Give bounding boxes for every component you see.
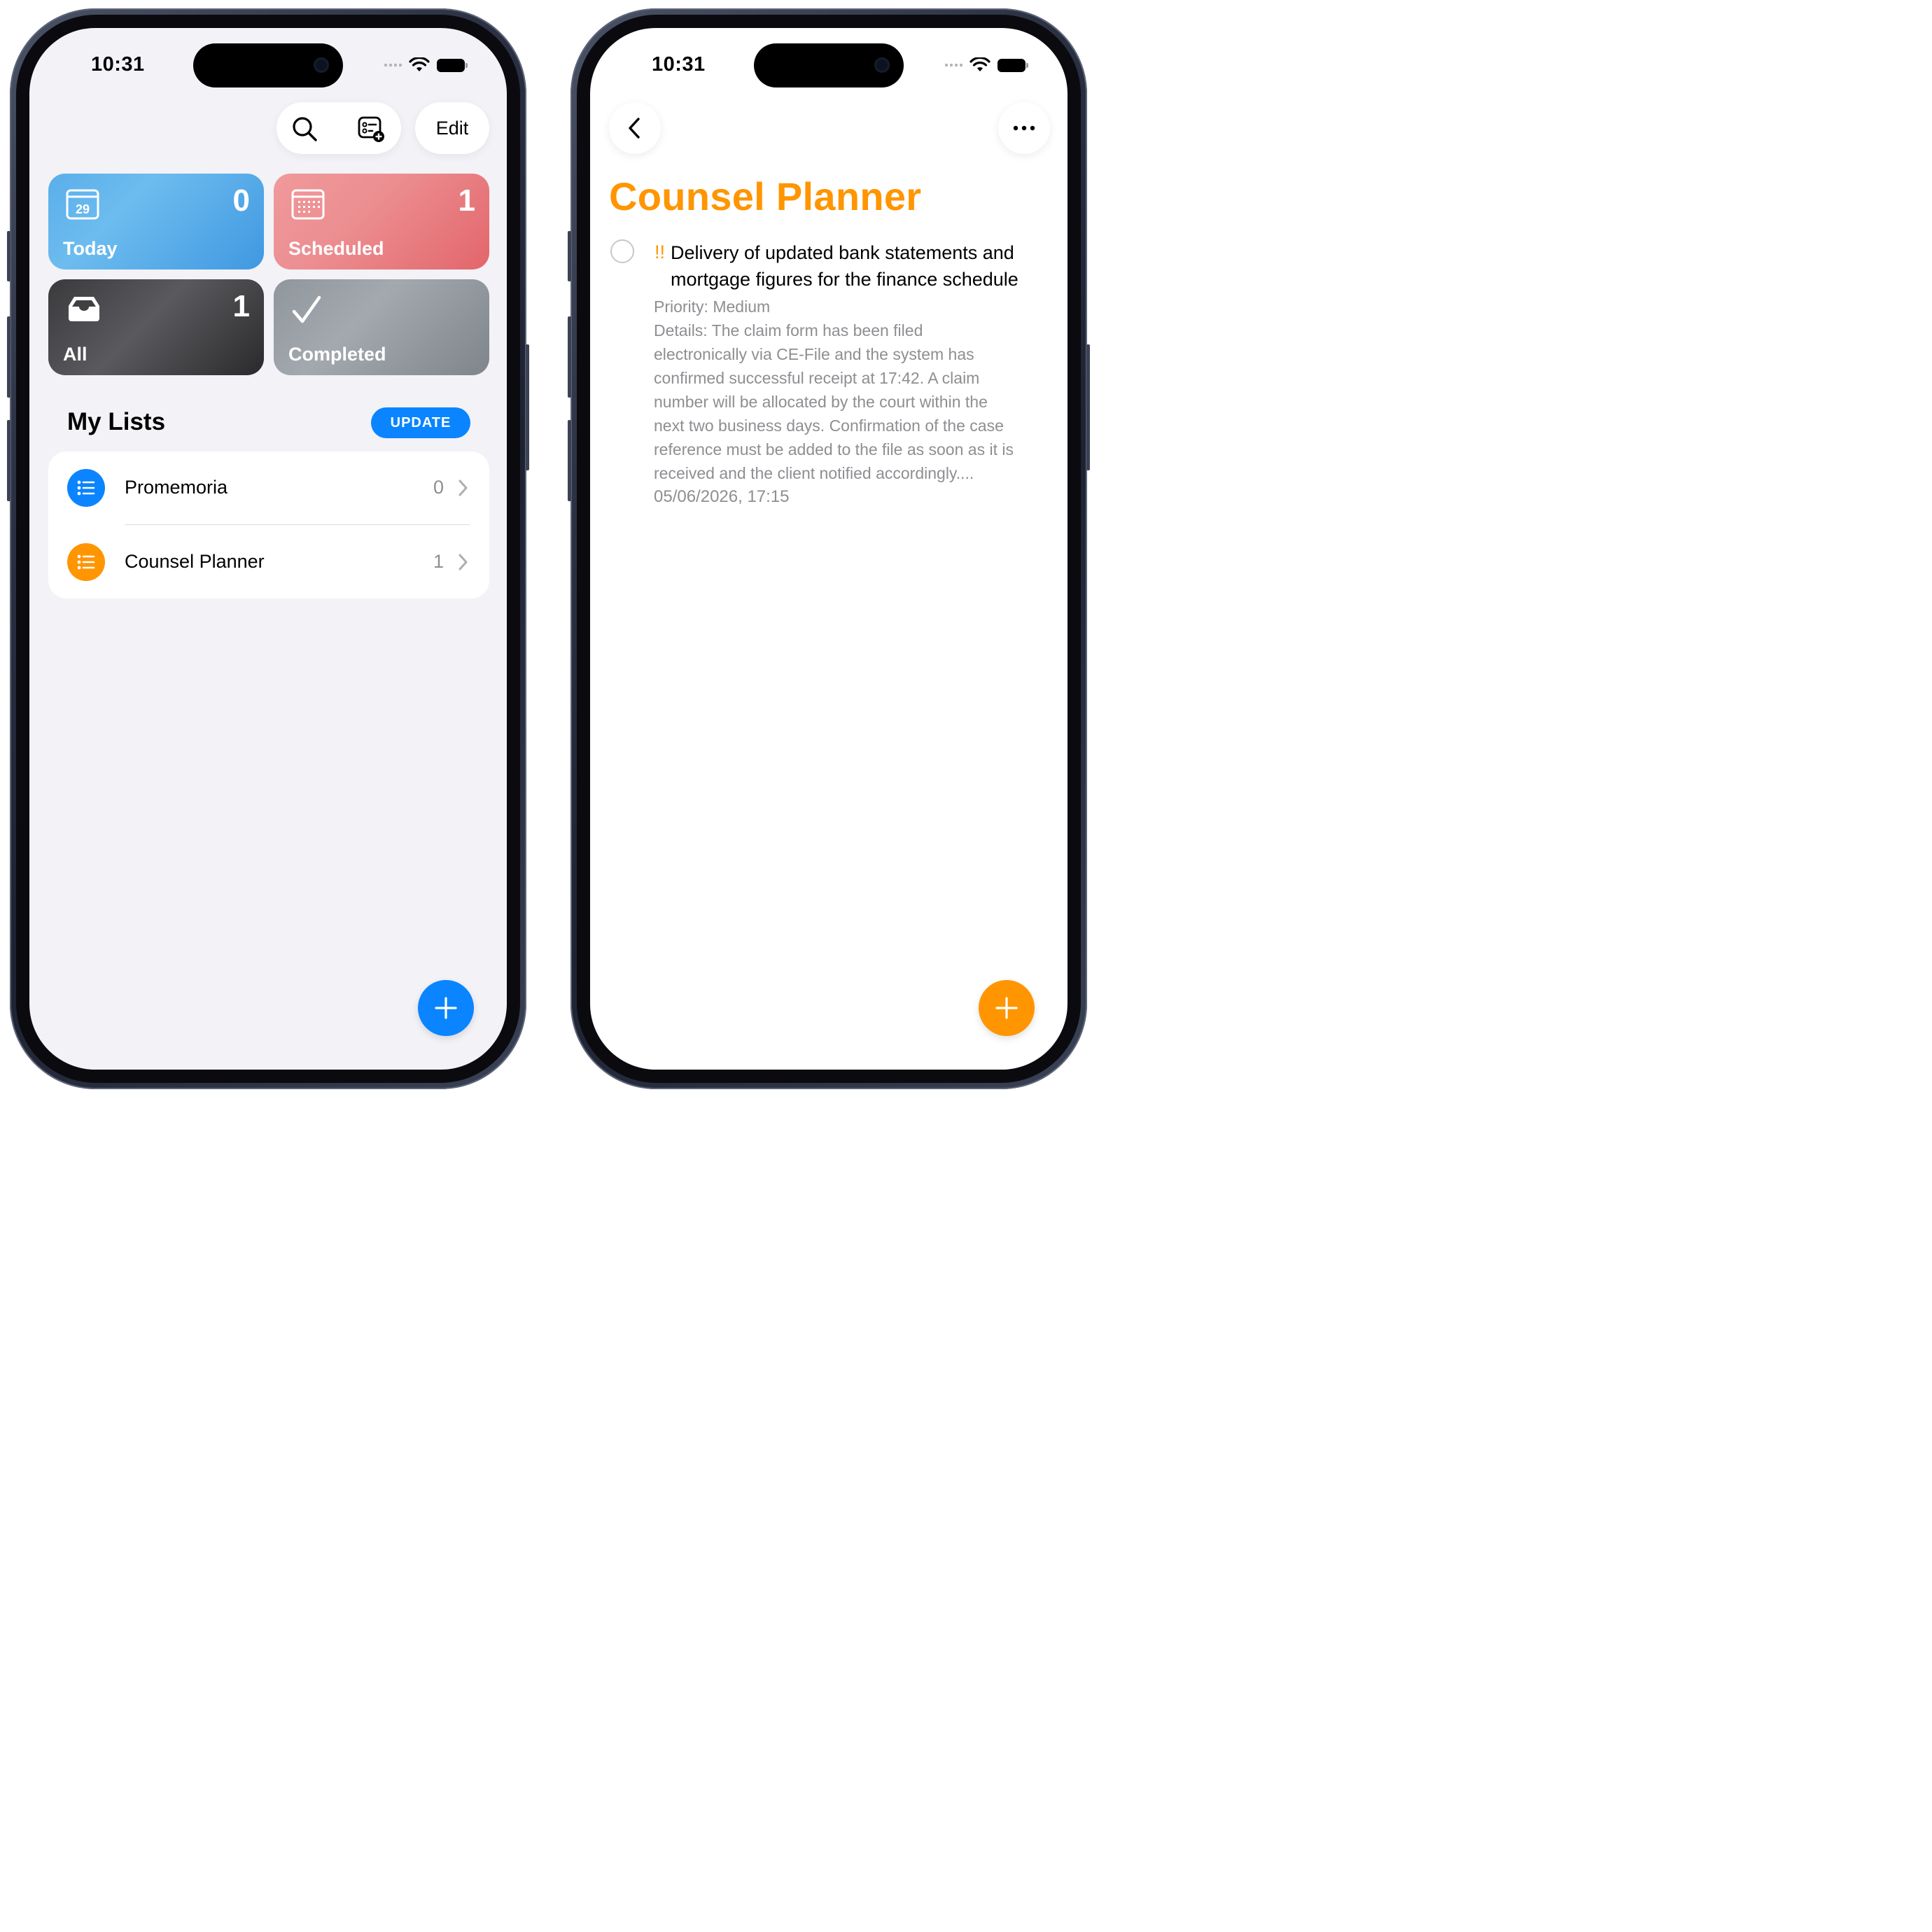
dynamic-island: [754, 43, 904, 88]
phone-right: 10:31 Counsel Planner !! Delivery of upd…: [568, 8, 1090, 1089]
task-details-line: next two business days. Confirmation of …: [654, 416, 1004, 435]
wifi-icon: [969, 57, 990, 71]
plus-icon: [435, 997, 457, 1019]
divider: [125, 524, 470, 525]
status-time: 10:31: [91, 53, 145, 76]
search-icon[interactable]: [290, 115, 318, 143]
chevron-right-icon: [458, 554, 468, 570]
camera-icon: [874, 57, 890, 73]
task-details-line: reference must be added to the file as s…: [654, 440, 1014, 458]
list-name: Promemoria: [125, 477, 228, 498]
chevron-right-icon: [458, 479, 468, 496]
list-bullet-icon: [67, 469, 105, 507]
list-count: 1: [433, 551, 444, 572]
task-details-line: received and the client notified accordi…: [654, 464, 974, 482]
list-detail-screen: 10:31 Counsel Planner !! Delivery of upd…: [590, 28, 1068, 1070]
tray-icon: [69, 297, 99, 321]
today-label: Today: [63, 238, 118, 259]
today-count: 0: [232, 183, 250, 218]
scheduled-label: Scheduled: [288, 238, 384, 259]
task-notes: Priority: Medium Details: The claim form…: [654, 295, 1067, 485]
list-item-promemoria[interactable]: Promemoria 0: [48, 451, 489, 525]
scheduled-card[interactable]: 1 Scheduled: [274, 174, 489, 270]
my-lists-container: Promemoria 0 Counsel Planner 1: [48, 451, 489, 598]
volume-down-button: [568, 420, 571, 501]
dynamic-island: [193, 43, 343, 88]
all-count: 1: [232, 289, 250, 323]
camera-icon: [314, 57, 329, 73]
volume-up-button: [568, 316, 571, 398]
today-card[interactable]: 29 0 Today: [48, 174, 264, 270]
battery-icon: [437, 58, 468, 72]
chevron-left-icon: [629, 118, 640, 139]
priority-mark: !!: [654, 241, 666, 262]
reminders-lists-screen: 10:31 Edit 29 0 Today 1 Scheduled 1 All …: [29, 28, 507, 1070]
completed-label: Completed: [288, 344, 386, 365]
status-icons: [384, 57, 468, 73]
task-details-line: number will be allocated by the court wi…: [654, 393, 988, 411]
update-button[interactable]: UPDATE: [371, 407, 470, 438]
toolbar-pill: [276, 102, 401, 154]
all-label: All: [63, 344, 88, 365]
task-due-date: 05/06/2026, 17:15: [654, 487, 790, 506]
add-reminder-button[interactable]: [418, 980, 474, 1036]
task-details-line: electronically via CE-File and the syste…: [654, 345, 974, 363]
my-lists-heading: My Lists: [67, 408, 166, 435]
ellipsis-icon: [1013, 125, 1035, 131]
status-time: 10:31: [652, 53, 706, 76]
add-reminder-button[interactable]: [979, 980, 1035, 1036]
action-button: [7, 231, 10, 281]
task-details-line: Details: The claim form has been filed: [654, 321, 923, 340]
calendar-day-number: 29: [76, 202, 90, 216]
edit-button[interactable]: Edit: [415, 102, 489, 154]
add-list-icon[interactable]: [357, 115, 385, 143]
calendar-icon: [291, 189, 325, 220]
plus-icon: [995, 997, 1018, 1019]
task-title[interactable]: Delivery of updated bank statements and …: [671, 239, 1063, 293]
list-count: 0: [433, 477, 444, 498]
volume-down-button: [7, 420, 10, 501]
back-button[interactable]: [609, 102, 661, 154]
list-name: Counsel Planner: [125, 551, 265, 572]
power-button: [526, 344, 529, 470]
more-button[interactable]: [998, 102, 1050, 154]
scheduled-count: 1: [458, 183, 475, 218]
status-icons: [945, 57, 1028, 73]
list-bullet-icon: [67, 543, 105, 581]
battery-icon: [997, 58, 1028, 72]
completion-checkbox[interactable]: [610, 239, 634, 263]
page-title: Counsel Planner: [609, 174, 922, 218]
wifi-icon: [409, 57, 430, 71]
checkmark-icon: [292, 295, 321, 323]
task-details-line: confirmed successful receipt at 17:42. A…: [654, 369, 980, 387]
phone-left: 10:31 Edit 29 0 Today 1 Scheduled 1 All …: [7, 8, 529, 1089]
all-card[interactable]: 1 All: [48, 279, 264, 375]
list-item-counsel-planner[interactable]: Counsel Planner 1: [48, 526, 489, 598]
completed-card[interactable]: Completed: [274, 279, 489, 375]
cellular-signal-icon: [384, 64, 402, 66]
power-button: [1086, 344, 1090, 470]
task-priority: Priority: Medium: [654, 298, 771, 316]
action-button: [568, 231, 571, 281]
calendar-day-icon: 29: [66, 189, 99, 220]
cellular-signal-icon: [945, 64, 962, 66]
volume-up-button: [7, 316, 10, 398]
